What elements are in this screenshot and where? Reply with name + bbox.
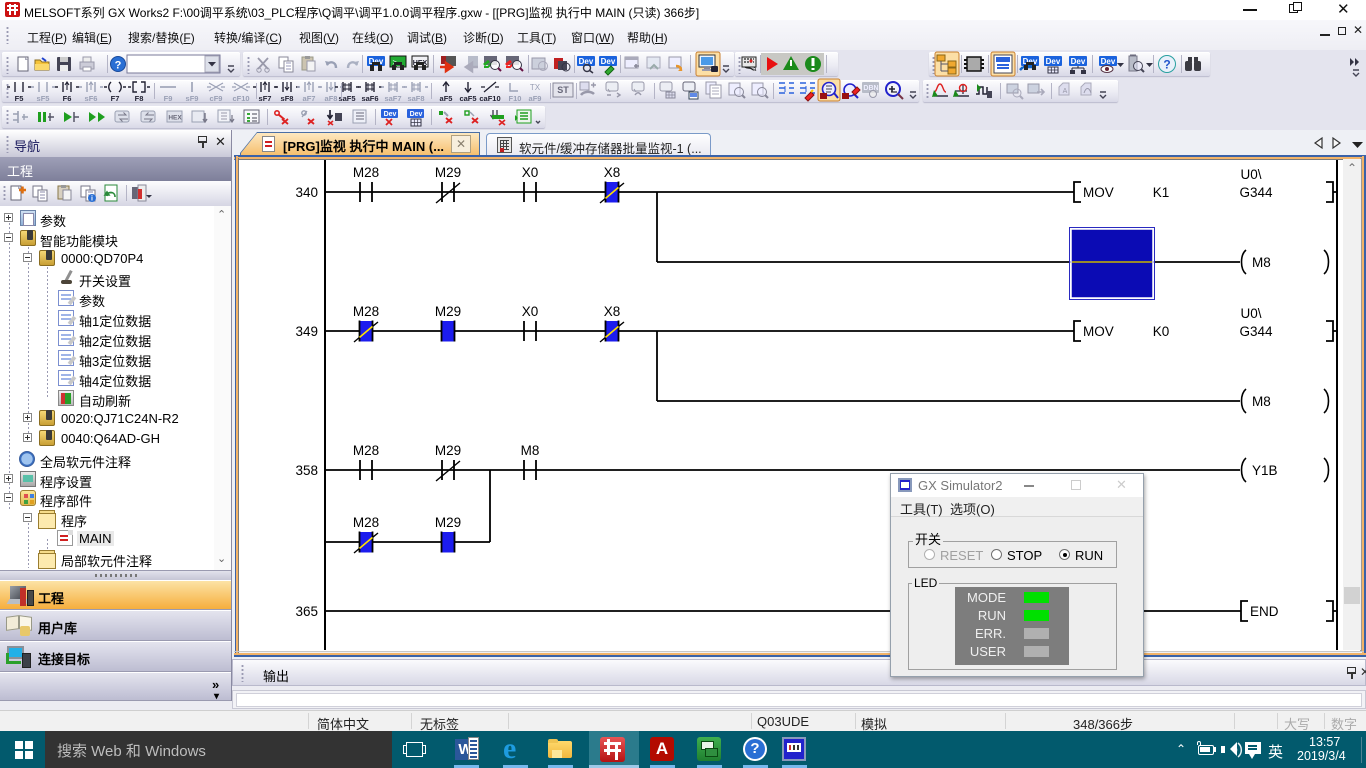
svg-text:i: i (91, 196, 93, 203)
svg-text:ST: ST (557, 85, 569, 95)
svg-text:cF9: cF9 (210, 94, 223, 103)
svg-text:M28: M28 (353, 304, 379, 319)
svg-text:MOV: MOV (1083, 185, 1114, 200)
svg-text:M8: M8 (521, 443, 540, 458)
svg-text:Dev: Dev (384, 111, 397, 118)
svg-text:K1: K1 (1153, 185, 1170, 200)
svg-text:K0: K0 (1153, 324, 1170, 339)
svg-text:?: ? (115, 60, 122, 72)
svg-text:349: 349 (295, 324, 318, 339)
svg-text:TX: TX (530, 83, 541, 92)
svg-text:Dev: Dev (601, 57, 616, 66)
svg-text:340: 340 (295, 185, 318, 200)
svg-text:X8: X8 (604, 165, 621, 180)
svg-text:?: ? (1163, 58, 1170, 72)
svg-text:F10: F10 (509, 94, 522, 103)
svg-text:M28: M28 (353, 165, 379, 180)
svg-text:A: A (1063, 88, 1068, 95)
svg-text:M28: M28 (353, 515, 379, 530)
svg-text:M28: M28 (353, 443, 379, 458)
svg-text:F5: F5 (15, 94, 24, 103)
svg-text:M29: M29 (435, 165, 461, 180)
svg-text:caF10: caF10 (479, 94, 500, 103)
svg-text:Dev: Dev (410, 111, 423, 118)
svg-text:M29: M29 (435, 443, 461, 458)
svg-text:Y1B: Y1B (1252, 463, 1278, 478)
svg-text:saF8: saF8 (407, 94, 424, 103)
svg-text:F8: F8 (135, 94, 144, 103)
svg-text:aF8: aF8 (325, 94, 338, 103)
svg-text:END: END (1250, 604, 1279, 619)
svg-text:G344: G344 (1239, 185, 1273, 200)
svg-text:cF10: cF10 (232, 94, 249, 103)
svg-text:aF7: aF7 (303, 94, 316, 103)
svg-text:F6: F6 (63, 94, 72, 103)
svg-text:358: 358 (295, 463, 318, 478)
svg-text:saF6: saF6 (361, 94, 378, 103)
svg-text:Dev: Dev (1046, 57, 1061, 66)
svg-text:sF8: sF8 (281, 94, 294, 103)
svg-text:sF5: sF5 (37, 94, 50, 103)
svg-text:M8: M8 (1252, 255, 1271, 270)
svg-text:M29: M29 (435, 304, 461, 319)
svg-text:aF9: aF9 (529, 94, 542, 103)
svg-text:X8: X8 (604, 304, 621, 319)
svg-text:M8: M8 (1252, 394, 1271, 409)
svg-text:aF5: aF5 (440, 94, 453, 103)
svg-text:saF7: saF7 (384, 94, 401, 103)
svg-text:caF5: caF5 (459, 94, 476, 103)
svg-text:F9: F9 (164, 94, 173, 103)
svg-text:M29: M29 (435, 515, 461, 530)
svg-text:sF9: sF9 (186, 94, 199, 103)
svg-text:F7: F7 (111, 94, 120, 103)
svg-text:U0\: U0\ (1240, 306, 1261, 321)
svg-text:X0: X0 (522, 304, 539, 319)
svg-text:HEX: HEX (168, 115, 182, 122)
svg-text:U0\: U0\ (1240, 167, 1261, 182)
svg-text:sF6: sF6 (85, 94, 98, 103)
svg-text:Dev: Dev (1101, 57, 1116, 66)
svg-text:Dev: Dev (1071, 57, 1086, 66)
svg-text:sF7: sF7 (259, 94, 272, 103)
svg-text:a: a (753, 67, 757, 73)
svg-text:365: 365 (295, 604, 318, 619)
svg-text:MOV: MOV (1083, 324, 1114, 339)
svg-text:G344: G344 (1239, 324, 1273, 339)
svg-text:X0: X0 (522, 165, 539, 180)
